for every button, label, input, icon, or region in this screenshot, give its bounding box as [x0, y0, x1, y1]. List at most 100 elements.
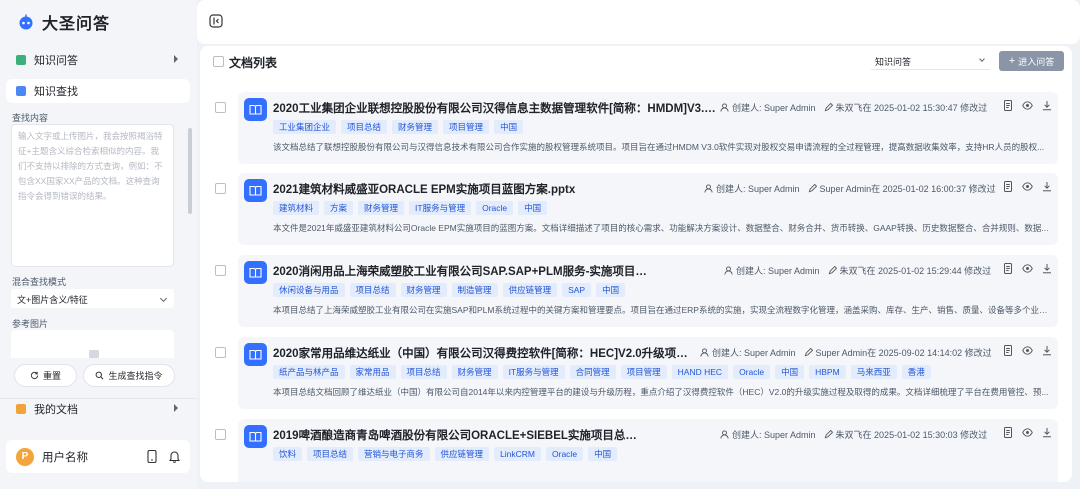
tag[interactable]: 供应链管理 [434, 447, 490, 461]
tag[interactable]: 纸产品与林产品 [273, 365, 345, 379]
tag[interactable]: Oracle [733, 365, 771, 379]
document-title[interactable]: 2020家常用品维达纸业（中国）有限公司汉得费控软件[简称：HEC]V2.0升级… [273, 345, 688, 361]
document-card[interactable]: 2020消闲用品上海荣威塑胶工业有限公司SAP.SAP+PLM服务-实施项目总结… [238, 255, 1058, 327]
bell-icon[interactable] [169, 450, 180, 463]
tag[interactable]: HAND HEC [671, 365, 729, 379]
document-search-icon [16, 86, 26, 96]
document-title[interactable]: 2020消闲用品上海荣威塑胶工业有限公司SAP.SAP+PLM服务-实施项目总结… [273, 263, 653, 279]
row-checkbox[interactable] [215, 429, 226, 440]
tag[interactable]: 财务管理 [400, 283, 447, 297]
eye-icon[interactable] [1022, 263, 1033, 274]
eye-icon[interactable] [1022, 427, 1033, 438]
tag[interactable]: 项目总结 [341, 120, 388, 134]
tag[interactable]: 财务管理 [451, 365, 498, 379]
tag[interactable]: 项目总结 [307, 447, 354, 461]
mobile-icon[interactable] [147, 450, 157, 463]
mode-select[interactable]: 文+图片含义/特征 [11, 289, 174, 308]
reset-label: 重置 [42, 371, 61, 381]
row-checkbox[interactable] [215, 347, 226, 358]
eye-icon[interactable] [1022, 100, 1033, 111]
enter-qa-button[interactable]: + 进入问答 [999, 51, 1064, 71]
query-input[interactable]: 输入文字或上传图片，我会按照褐浴特征+主题含义综合检索相似的内容。我们不支持以排… [11, 124, 174, 267]
download-icon[interactable] [1042, 345, 1052, 356]
tag[interactable]: 制造管理 [451, 283, 498, 297]
tag[interactable]: 项目总结 [349, 283, 396, 297]
tag[interactable]: 中国 [775, 365, 805, 379]
download-icon[interactable] [1042, 427, 1052, 438]
tag[interactable]: 财务管理 [358, 201, 405, 215]
file-detail-icon[interactable] [1003, 427, 1013, 438]
reset-button[interactable]: 重置 [14, 364, 77, 387]
plus-icon: + [1008, 55, 1016, 67]
chevron-right-icon [174, 404, 178, 412]
tag[interactable]: SAP [562, 283, 592, 297]
tag[interactable]: Oracle [476, 201, 514, 215]
document-card[interactable]: 2019啤酒酿造商青岛啤酒股份有限公司ORACLE+SIEBEL实施项目总结 (… [238, 419, 1058, 482]
file-detail-icon[interactable] [1003, 263, 1013, 274]
row-checkbox[interactable] [215, 102, 226, 113]
eye-icon[interactable] [1022, 345, 1033, 356]
robot-logo-icon [19, 14, 33, 30]
tag[interactable]: LinkCRM [494, 447, 542, 461]
tag[interactable]: 饮料 [273, 447, 303, 461]
document-list-panel: 文档列表 知识问答 + 进入问答 2020工业集团企业联想控股股份有限公司汉得信… [200, 46, 1072, 482]
tag[interactable]: 项目总结 [400, 365, 447, 379]
tag[interactable]: 香港 [901, 365, 931, 379]
query-label: 查找内容 [12, 113, 49, 123]
tag[interactable]: 营销与电子商务 [358, 447, 430, 461]
tag[interactable]: 中国 [494, 120, 524, 134]
logo[interactable]: 大圣问答 [18, 10, 110, 34]
tag[interactable]: 马来西亚 [850, 365, 897, 379]
tag[interactable]: 财务管理 [392, 120, 439, 134]
ref-image-label: 参考图片 [12, 319, 49, 329]
tag[interactable]: 中国 [588, 447, 618, 461]
sidebar-item-qa[interactable]: 知识问答 [6, 48, 190, 72]
document-card[interactable]: 2020家常用品维达纸业（中国）有限公司汉得费控软件[简称：HEC]V2.0升级… [238, 337, 1058, 409]
document-card[interactable]: 2020工业集团企业联想控股股份有限公司汉得信息主数据管理软件[简称：HMDM]… [238, 92, 1058, 164]
tag[interactable]: Oracle [546, 447, 584, 461]
tag[interactable]: IT服务与管理 [502, 365, 565, 379]
sidebar-item-search[interactable]: 知识查找 [6, 79, 190, 103]
document-title[interactable]: 2021建筑材料威盛亚ORACLE EPM实施项目蓝图方案.pptx [273, 181, 648, 197]
main-area: 文档列表 知识问答 + 进入问答 2020工业集团企业联想控股股份有限公司汉得信… [197, 0, 1080, 489]
row-checkbox[interactable] [215, 183, 226, 194]
document-title[interactable]: 2019啤酒酿造商青岛啤酒股份有限公司ORACLE+SIEBEL实施项目总结 (… [273, 427, 648, 443]
download-icon[interactable] [1042, 100, 1052, 111]
tag-list: 纸产品与林产品 家常用品 项目总结 财务管理 IT服务与管理 合同管理 项目管理 HAND H… [273, 365, 931, 379]
tag[interactable]: 中国 [518, 201, 548, 215]
user-profile[interactable]: P 用户名称 [6, 440, 190, 473]
tag[interactable]: 合同管理 [569, 365, 616, 379]
document-actions [1003, 263, 1052, 274]
file-detail-icon[interactable] [1003, 100, 1013, 111]
scope-select[interactable]: 知识问答 [871, 52, 990, 70]
sidebar-item-label: 知识问答 [34, 55, 78, 67]
tag[interactable]: 休闲设备与用品 [273, 283, 345, 297]
document-card[interactable]: 2021建筑材料威盛亚ORACLE EPM实施项目蓝图方案.pptx 创建人: … [238, 173, 1058, 245]
download-icon[interactable] [1042, 263, 1052, 274]
tag[interactable]: HBPM [809, 365, 846, 379]
row-checkbox[interactable] [215, 265, 226, 276]
tag[interactable]: 建筑材料 [273, 201, 320, 215]
tag[interactable]: 项目管理 [443, 120, 490, 134]
collapse-sidebar-icon[interactable] [209, 14, 223, 28]
user-icon [704, 184, 713, 193]
document-title[interactable]: 2020工业集团企业联想控股股份有限公司汉得信息主数据管理软件[简称：HMDM]… [273, 100, 718, 116]
select-all-checkbox[interactable] [213, 56, 224, 67]
user-icon [700, 348, 709, 357]
file-detail-icon[interactable] [1003, 181, 1013, 192]
tag[interactable]: IT服务与管理 [409, 201, 472, 215]
tag[interactable]: 项目管理 [620, 365, 667, 379]
sidebar-scrollbar[interactable] [188, 128, 192, 214]
tag[interactable]: 中国 [596, 283, 626, 297]
generate-query-button[interactable]: 生成查找指令 [83, 364, 175, 387]
tag[interactable]: 方案 [324, 201, 354, 215]
eye-icon[interactable] [1022, 181, 1033, 192]
download-icon[interactable] [1042, 181, 1052, 192]
tag[interactable]: 工业集团企业 [273, 120, 337, 134]
generate-query-label: 生成查找指令 [108, 371, 163, 381]
tag[interactable]: 家常用品 [349, 365, 396, 379]
tag[interactable]: 供应链管理 [502, 283, 558, 297]
sidebar-item-my-docs[interactable]: 我的文档 [6, 397, 190, 421]
ref-image-upload[interactable] [11, 330, 174, 358]
file-detail-icon[interactable] [1003, 345, 1013, 356]
